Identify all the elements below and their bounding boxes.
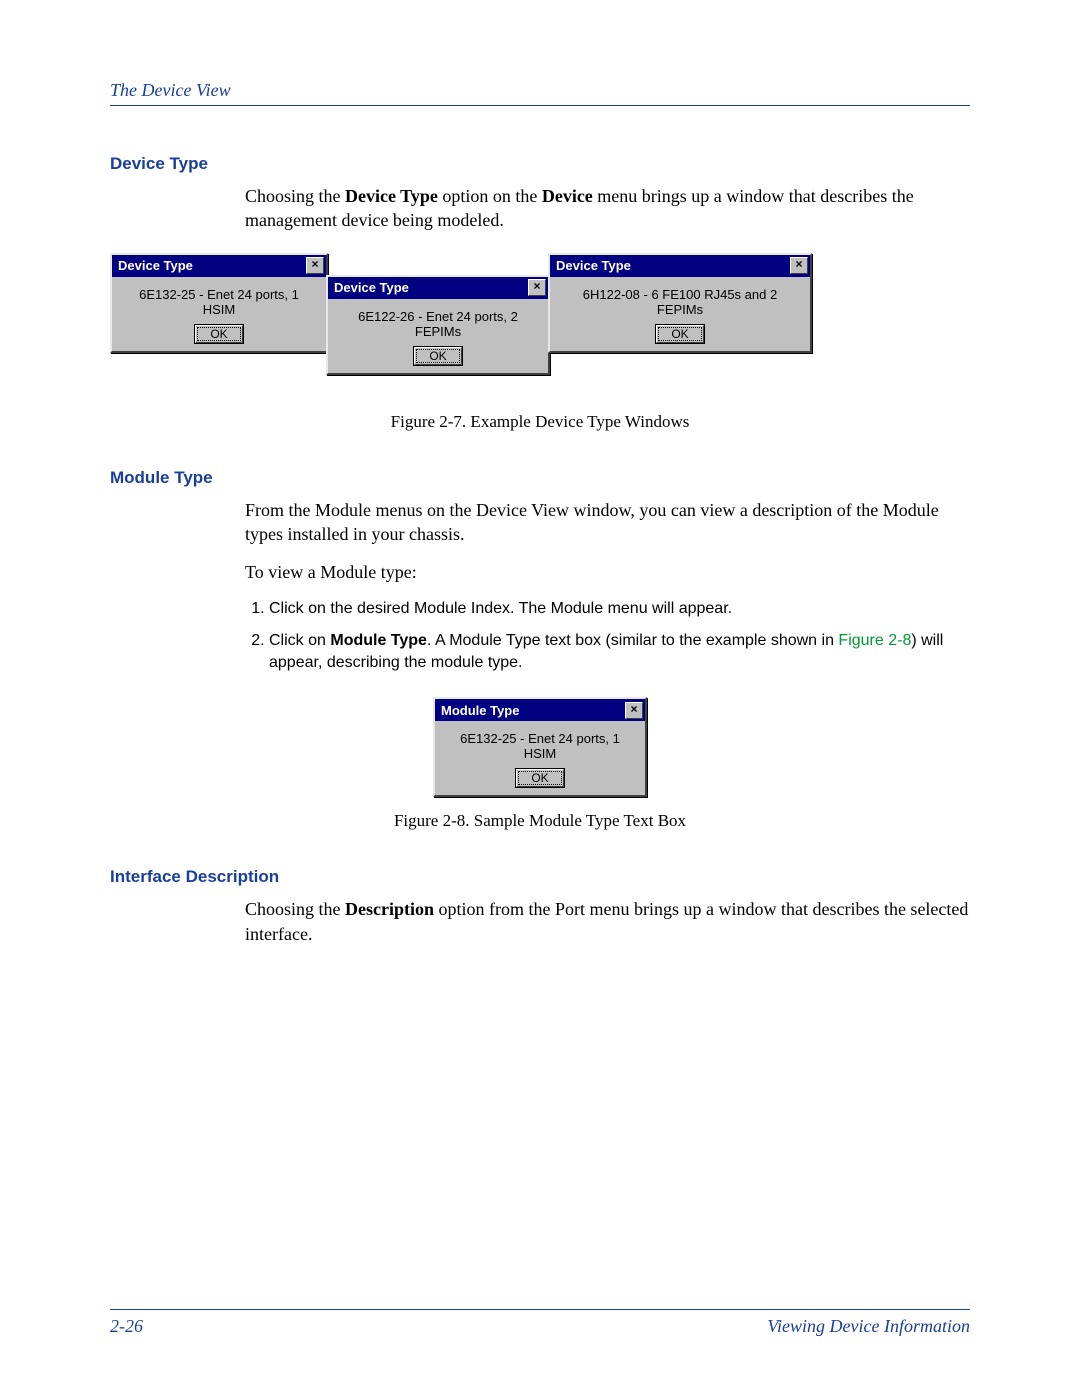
device-type-paragraph: Choosing the Device Type option on the D… <box>245 184 970 233</box>
figure-2-7-caption: Figure 2-7. Example Device Type Windows <box>110 412 970 432</box>
step-2: Click on Module Type. A Module Type text… <box>269 630 970 673</box>
footer-section-title: Viewing Device Information <box>767 1316 970 1337</box>
module-type-paragraph-1: From the Module menus on the Device View… <box>245 498 970 547</box>
text: . A Module Type text box (similar to the… <box>427 632 838 649</box>
heading-module-type: Module Type <box>110 468 970 488</box>
figure-2-7: Device Type × 6E132-25 - Enet 24 ports, … <box>110 253 870 398</box>
close-icon[interactable]: × <box>790 257 808 274</box>
text: Click on <box>269 632 330 649</box>
module-type-steps: Click on the desired Module Index. The M… <box>245 598 970 673</box>
heading-device-type: Device Type <box>110 154 970 174</box>
figure-2-8: Module Type × 6E132-25 - Enet 24 ports, … <box>110 697 970 797</box>
header-rule <box>110 105 970 106</box>
dialog-body: 6E122-26 - Enet 24 ports, 2 FEPIMs OK <box>328 299 548 373</box>
dialog-body: 6E132-25 - Enet 24 ports, 1 HSIM OK <box>435 721 645 795</box>
text: Choosing the <box>245 186 345 206</box>
dialog-titlebar: Device Type × <box>328 277 548 299</box>
dialog-text: 6E122-26 - Enet 24 ports, 2 FEPIMs <box>338 309 538 339</box>
dialog-titlebar: Device Type × <box>112 255 326 277</box>
interface-desc-paragraph: Choosing the Description option from the… <box>245 897 970 946</box>
ok-button[interactable]: OK <box>414 347 461 365</box>
dialog-body: 6H122-08 - 6 FE100 RJ45s and 2 FEPIMs OK <box>550 277 810 351</box>
figure-reference: Figure 2-8 <box>838 632 911 649</box>
device-type-dialog-1: Device Type × 6E132-25 - Enet 24 ports, … <box>110 253 328 353</box>
device-type-dialog-2: Device Type × 6E122-26 - Enet 24 ports, … <box>326 275 550 375</box>
page-header-title: The Device View <box>110 80 970 101</box>
module-type-dialog: Module Type × 6E132-25 - Enet 24 ports, … <box>433 697 647 797</box>
page-footer: 2-26 Viewing Device Information <box>110 1301 970 1337</box>
dialog-body: 6E132-25 - Enet 24 ports, 1 HSIM OK <box>112 277 326 351</box>
text-bold: Device <box>542 186 593 206</box>
dialog-title: Device Type <box>118 258 193 273</box>
dialog-text: 6H122-08 - 6 FE100 RJ45s and 2 FEPIMs <box>560 287 800 317</box>
heading-interface-description: Interface Description <box>110 867 970 887</box>
ok-button[interactable]: OK <box>656 325 703 343</box>
close-icon[interactable]: × <box>625 702 643 719</box>
dialog-text: 6E132-25 - Enet 24 ports, 1 HSIM <box>445 731 635 761</box>
ok-button[interactable]: OK <box>195 325 242 343</box>
dialog-titlebar: Module Type × <box>435 699 645 721</box>
page-number: 2-26 <box>110 1316 143 1337</box>
step-1: Click on the desired Module Index. The M… <box>269 598 970 620</box>
dialog-titlebar: Device Type × <box>550 255 810 277</box>
ok-button[interactable]: OK <box>516 769 563 787</box>
text: Choosing the <box>245 899 345 919</box>
dialog-title: Device Type <box>334 280 409 295</box>
text-bold: Module Type <box>330 632 427 649</box>
dialog-text: 6E132-25 - Enet 24 ports, 1 HSIM <box>122 287 316 317</box>
dialog-title: Device Type <box>556 258 631 273</box>
text-bold: Description <box>345 899 434 919</box>
dialog-title: Module Type <box>441 703 519 718</box>
footer-rule <box>110 1309 970 1310</box>
close-icon[interactable]: × <box>306 257 324 274</box>
text: option on the <box>438 186 542 206</box>
module-type-paragraph-2: To view a Module type: <box>245 560 970 584</box>
device-type-dialog-3: Device Type × 6H122-08 - 6 FE100 RJ45s a… <box>548 253 812 353</box>
close-icon[interactable]: × <box>528 279 546 296</box>
figure-2-8-caption: Figure 2-8. Sample Module Type Text Box <box>110 811 970 831</box>
text-bold: Device Type <box>345 186 438 206</box>
